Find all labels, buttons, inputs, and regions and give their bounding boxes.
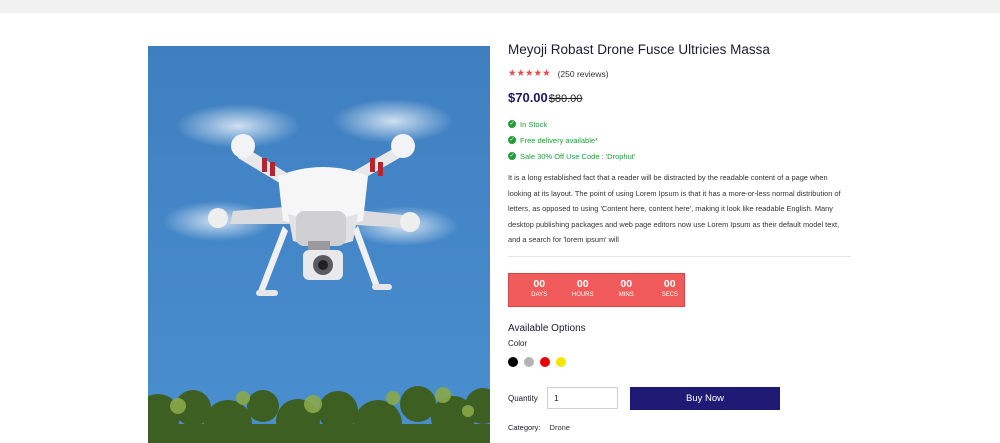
countdown-secs: 00 SECS xyxy=(656,274,685,306)
category-label: Category: xyxy=(508,423,541,432)
product-image[interactable] xyxy=(148,46,490,443)
rating: ★★★★★ (250 reviews) xyxy=(508,68,609,79)
countdown-mins: 00 MINS xyxy=(612,274,641,306)
color-swatch-grey[interactable] xyxy=(524,357,534,367)
options-title: Available Options xyxy=(508,323,586,334)
countdown-label: HOURS xyxy=(571,292,594,298)
quantity-label: Quantity xyxy=(508,394,538,403)
feature-item: ✓ Sale 30% Off Use Code : 'Drophut' xyxy=(508,148,635,164)
countdown-value: 00 xyxy=(663,278,676,290)
color-label: Color xyxy=(508,339,528,348)
star-rating-icon: ★★★★★ xyxy=(508,68,551,79)
feature-text: Sale 30% Off Use Code : 'Drophut' xyxy=(520,151,636,161)
feature-text: In Stock xyxy=(520,119,548,129)
countdown-value: 00 xyxy=(533,278,546,290)
countdown-days: 00 DAYS xyxy=(525,274,554,306)
price-block: $70.00 $80.00 xyxy=(508,90,582,105)
check-circle-icon: ✓ xyxy=(508,120,516,128)
quantity-input[interactable] xyxy=(547,387,618,409)
buy-now-button[interactable]: Buy Now xyxy=(630,387,780,410)
old-price: $80.00 xyxy=(548,93,583,105)
feature-item: ✓ In Stock xyxy=(508,116,635,132)
color-swatch-black[interactable] xyxy=(508,357,518,367)
top-bar xyxy=(0,0,1000,13)
color-swatch-yellow[interactable] xyxy=(556,357,566,367)
divider xyxy=(508,256,851,257)
category-link[interactable]: Drone xyxy=(550,423,570,432)
drone-photo xyxy=(148,46,490,443)
product-title: Meyoji Robast Drone Fusce Ultricies Mass… xyxy=(508,42,770,57)
feature-text: Free delivery available* xyxy=(520,135,598,145)
feature-item: ✓ Free delivery available* xyxy=(508,132,635,148)
countdown-hours: 00 HOURS xyxy=(569,274,598,306)
countdown-value: 00 xyxy=(620,278,633,290)
check-circle-icon: ✓ xyxy=(508,136,516,144)
category-row: Category: Drone xyxy=(508,423,570,432)
color-swatch-red[interactable] xyxy=(540,357,550,367)
reviews-count[interactable]: (250 reviews) xyxy=(558,69,609,79)
product-description: It is a long established fact that a rea… xyxy=(508,173,841,245)
feature-list: ✓ In Stock ✓ Free delivery available* ✓ … xyxy=(508,116,635,164)
countdown-timer: 00 DAYS 00 HOURS 00 MINS 00 SECS xyxy=(508,273,685,307)
current-price: $70.00 xyxy=(508,90,548,105)
countdown-value: 00 xyxy=(576,278,589,290)
countdown-label: DAYS xyxy=(531,292,548,298)
color-swatches xyxy=(508,357,572,367)
countdown-label: MINS xyxy=(618,292,634,298)
check-circle-icon: ✓ xyxy=(508,152,516,160)
countdown-label: SECS xyxy=(661,292,678,298)
